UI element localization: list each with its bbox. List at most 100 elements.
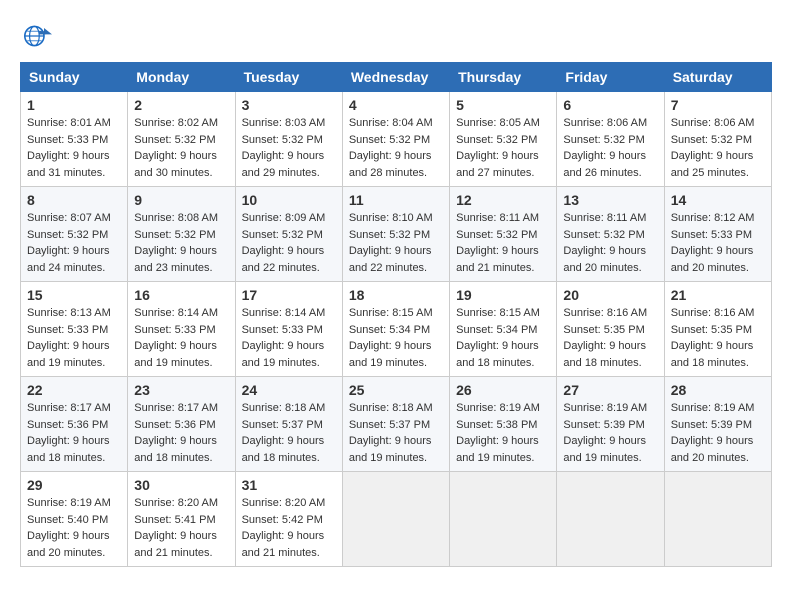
sunset-time: 5:33 PM [67,134,108,146]
day-info: Sunrise: 8:14 AM Sunset: 5:33 PM Dayligh… [242,305,336,371]
day-number: 14 [671,192,765,208]
day-number: 6 [563,97,657,113]
day-info: Sunrise: 8:19 AM Sunset: 5:40 PM Dayligh… [27,495,121,561]
sunrise-time: 8:06 AM [607,117,647,129]
sunset-time: 5:32 PM [282,229,323,241]
day-info: Sunrise: 8:06 AM Sunset: 5:32 PM Dayligh… [671,115,765,181]
col-wednesday: Wednesday [342,63,449,92]
daylight-label: Daylight: 9 hours and 19 minutes. [456,435,539,464]
daylight-label: Daylight: 9 hours and 31 minutes. [27,150,110,179]
calendar-cell: 28 Sunrise: 8:19 AM Sunset: 5:39 PM Dayl… [664,377,771,472]
calendar-cell: 19 Sunrise: 8:15 AM Sunset: 5:34 PM Dayl… [450,282,557,377]
calendar-cell: 2 Sunrise: 8:02 AM Sunset: 5:32 PM Dayli… [128,92,235,187]
sunrise-time: 8:18 AM [285,402,325,414]
day-info: Sunrise: 8:05 AM Sunset: 5:32 PM Dayligh… [456,115,550,181]
sunrise-time: 8:14 AM [285,307,325,319]
sunset-time: 5:38 PM [496,419,537,431]
daylight-label: Daylight: 9 hours and 18 minutes. [456,340,539,369]
day-info: Sunrise: 8:08 AM Sunset: 5:32 PM Dayligh… [134,210,228,276]
daylight-label: Daylight: 9 hours and 19 minutes. [563,435,646,464]
calendar-cell: 15 Sunrise: 8:13 AM Sunset: 5:33 PM Dayl… [21,282,128,377]
day-info: Sunrise: 8:16 AM Sunset: 5:35 PM Dayligh… [671,305,765,371]
sunrise-time: 8:06 AM [714,117,754,129]
day-info: Sunrise: 8:10 AM Sunset: 5:32 PM Dayligh… [349,210,443,276]
day-number: 24 [242,382,336,398]
day-number: 5 [456,97,550,113]
sunrise-label: Sunrise: [242,212,285,224]
col-sunday: Sunday [21,63,128,92]
daylight-label: Daylight: 9 hours and 18 minutes. [134,435,217,464]
calendar-week-4: 22 Sunrise: 8:17 AM Sunset: 5:36 PM Dayl… [21,377,772,472]
day-number: 7 [671,97,765,113]
day-number: 23 [134,382,228,398]
sunrise-label: Sunrise: [671,402,714,414]
sunset-label: Sunset: [671,229,711,241]
sunrise-label: Sunrise: [456,307,499,319]
day-info: Sunrise: 8:19 AM Sunset: 5:39 PM Dayligh… [671,400,765,466]
sunrise-label: Sunrise: [671,307,714,319]
sunset-label: Sunset: [134,514,174,526]
sunrise-time: 8:12 AM [714,212,754,224]
sunset-label: Sunset: [242,134,282,146]
sunrise-time: 8:02 AM [178,117,218,129]
sunset-time: 5:32 PM [175,134,216,146]
day-number: 2 [134,97,228,113]
calendar-cell: 12 Sunrise: 8:11 AM Sunset: 5:32 PM Dayl… [450,187,557,282]
daylight-label: Daylight: 9 hours and 20 minutes. [671,245,754,274]
sunrise-label: Sunrise: [27,402,70,414]
day-number: 12 [456,192,550,208]
sunset-label: Sunset: [242,514,282,526]
logo-icon [20,20,52,52]
sunset-time: 5:32 PM [496,134,537,146]
sunrise-time: 8:09 AM [285,212,325,224]
daylight-label: Daylight: 9 hours and 29 minutes. [242,150,325,179]
sunset-label: Sunset: [242,229,282,241]
sunrise-time: 8:19 AM [714,402,754,414]
daylight-label: Daylight: 9 hours and 27 minutes. [456,150,539,179]
sunrise-time: 8:16 AM [714,307,754,319]
calendar-cell: 27 Sunrise: 8:19 AM Sunset: 5:39 PM Dayl… [557,377,664,472]
sunrise-time: 8:01 AM [70,117,110,129]
day-number: 13 [563,192,657,208]
calendar-week-2: 8 Sunrise: 8:07 AM Sunset: 5:32 PM Dayli… [21,187,772,282]
daylight-label: Daylight: 9 hours and 18 minutes. [563,340,646,369]
day-number: 20 [563,287,657,303]
sunrise-time: 8:17 AM [178,402,218,414]
sunset-time: 5:32 PM [282,134,323,146]
day-number: 18 [349,287,443,303]
calendar-cell [450,472,557,567]
sunrise-time: 8:18 AM [392,402,432,414]
day-number: 25 [349,382,443,398]
day-number: 9 [134,192,228,208]
daylight-label: Daylight: 9 hours and 28 minutes. [349,150,432,179]
sunset-label: Sunset: [134,324,174,336]
sunrise-label: Sunrise: [563,307,606,319]
sunrise-time: 8:19 AM [500,402,540,414]
col-thursday: Thursday [450,63,557,92]
day-number: 27 [563,382,657,398]
calendar-cell: 21 Sunrise: 8:16 AM Sunset: 5:35 PM Dayl… [664,282,771,377]
calendar-cell: 11 Sunrise: 8:10 AM Sunset: 5:32 PM Dayl… [342,187,449,282]
sunset-label: Sunset: [27,514,67,526]
sunrise-label: Sunrise: [134,307,177,319]
sunset-label: Sunset: [456,419,496,431]
daylight-label: Daylight: 9 hours and 22 minutes. [349,245,432,274]
day-number: 17 [242,287,336,303]
day-number: 22 [27,382,121,398]
day-info: Sunrise: 8:16 AM Sunset: 5:35 PM Dayligh… [563,305,657,371]
sunset-time: 5:35 PM [711,324,752,336]
sunrise-time: 8:19 AM [607,402,647,414]
sunrise-time: 8:07 AM [70,212,110,224]
sunrise-label: Sunrise: [27,497,70,509]
calendar-cell: 13 Sunrise: 8:11 AM Sunset: 5:32 PM Dayl… [557,187,664,282]
sunrise-time: 8:16 AM [607,307,647,319]
daylight-label: Daylight: 9 hours and 21 minutes. [242,530,325,559]
daylight-label: Daylight: 9 hours and 25 minutes. [671,150,754,179]
sunrise-time: 8:14 AM [178,307,218,319]
calendar-cell: 14 Sunrise: 8:12 AM Sunset: 5:33 PM Dayl… [664,187,771,282]
sunrise-label: Sunrise: [134,402,177,414]
daylight-label: Daylight: 9 hours and 20 minutes. [563,245,646,274]
sunset-label: Sunset: [671,419,711,431]
sunset-time: 5:32 PM [389,134,430,146]
calendar-cell: 18 Sunrise: 8:15 AM Sunset: 5:34 PM Dayl… [342,282,449,377]
